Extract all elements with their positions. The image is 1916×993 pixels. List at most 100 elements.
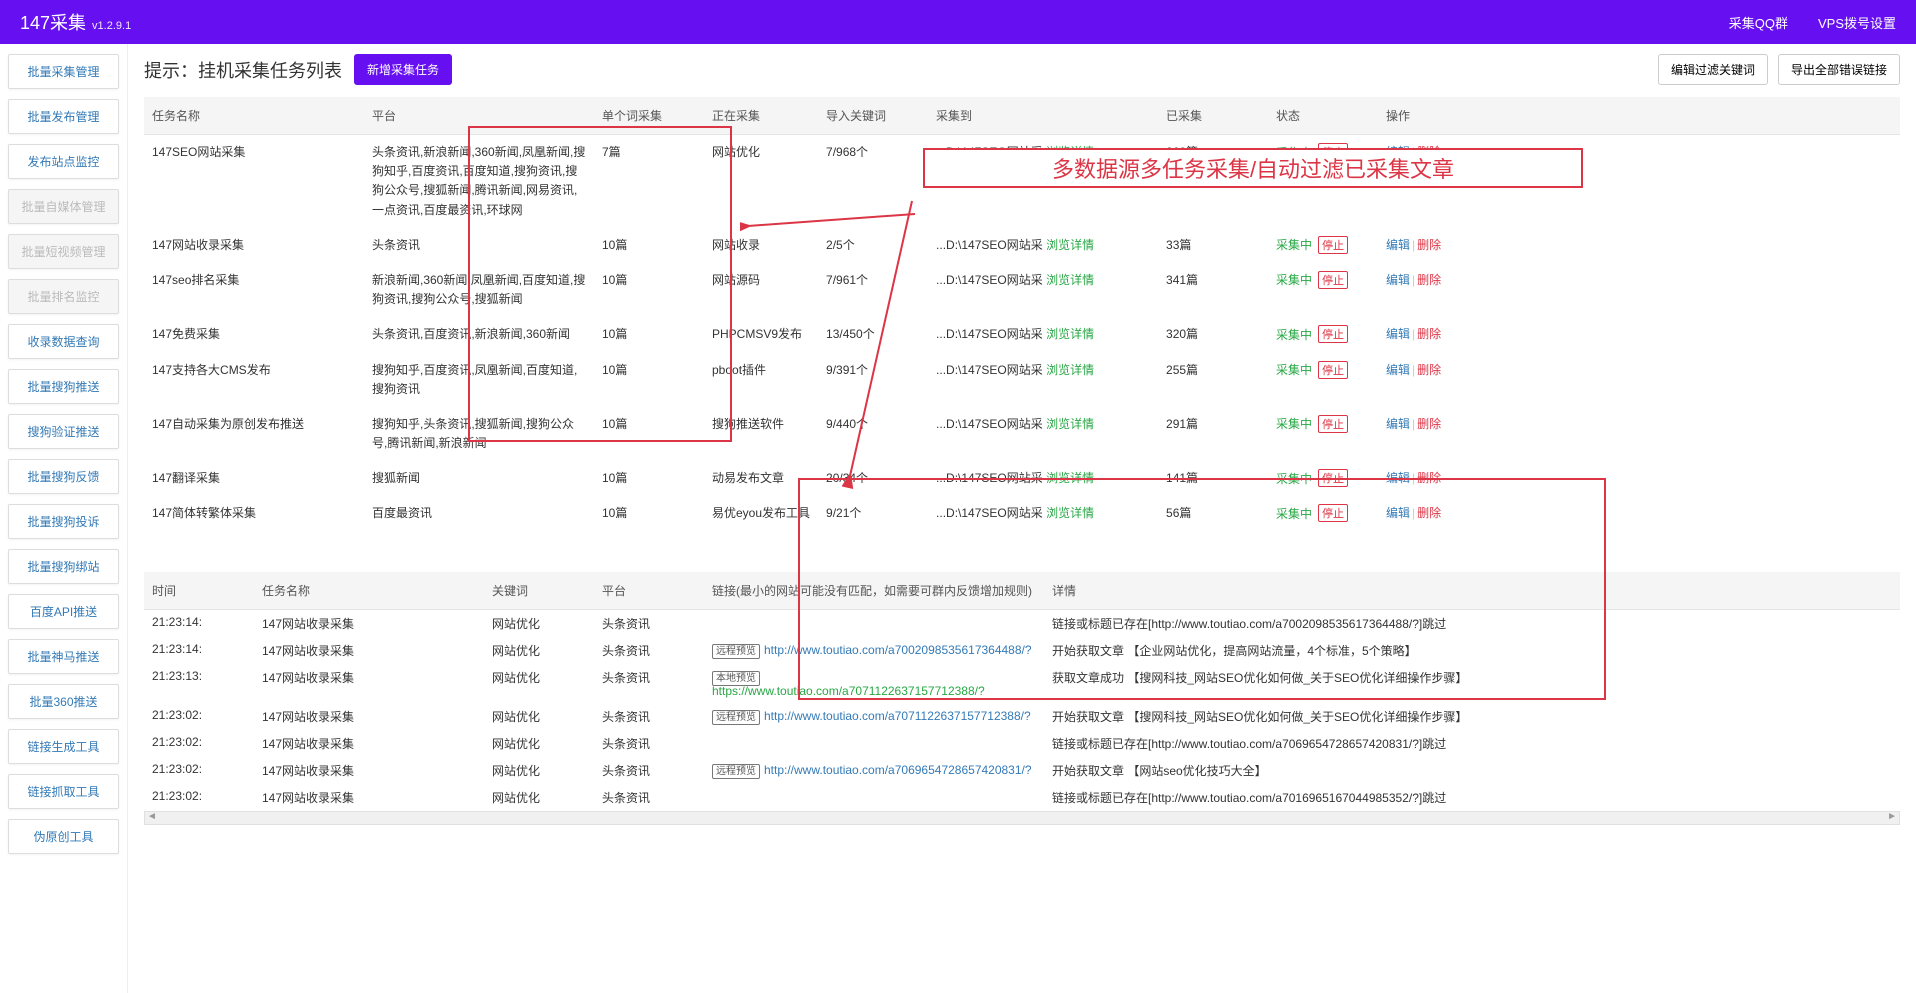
log-url[interactable]: http://www.toutiao.com/a7002098535617364…: [764, 643, 1032, 657]
sidebar-item-15[interactable]: 链接生成工具: [8, 729, 119, 764]
sidebar-item-6[interactable]: 收录数据查询: [8, 324, 119, 359]
cell-link: [704, 730, 1044, 757]
stop-button[interactable]: 停止: [1318, 469, 1348, 487]
sidebar-item-11[interactable]: 批量搜狗绑站: [8, 549, 119, 584]
sidebar-item-16[interactable]: 链接抓取工具: [8, 774, 119, 809]
stop-button[interactable]: 停止: [1318, 143, 1348, 161]
header-link-qq[interactable]: 采集QQ群: [1729, 13, 1788, 32]
cell-collecting: PHPCMSV9发布: [704, 317, 818, 352]
status-running: 采集中: [1276, 326, 1312, 343]
detail-link[interactable]: 浏览详情: [1046, 273, 1094, 287]
cell-keyword: 网站优化: [484, 637, 594, 664]
detail-link[interactable]: 浏览详情: [1046, 363, 1094, 377]
sidebar-item-9[interactable]: 批量搜狗反馈: [8, 459, 119, 494]
edit-link[interactable]: 编辑: [1386, 327, 1410, 341]
stop-button[interactable]: 停止: [1318, 504, 1348, 522]
detail-link[interactable]: 浏览详情: [1046, 471, 1094, 485]
detail-link[interactable]: 浏览详情: [1046, 417, 1094, 431]
log-url[interactable]: https://www.toutiao.com/a707112263715771…: [712, 684, 985, 698]
cell-name: 147seo排名采集: [144, 263, 364, 317]
sidebar-item-1[interactable]: 批量发布管理: [8, 99, 119, 134]
remote-preview-tag[interactable]: 远程预览: [712, 764, 760, 779]
edit-link[interactable]: 编辑: [1386, 471, 1410, 485]
cell-link: [704, 609, 1044, 637]
stop-button[interactable]: 停止: [1318, 271, 1348, 289]
horizontal-scrollbar[interactable]: [144, 811, 1900, 825]
edit-link[interactable]: 编辑: [1386, 273, 1410, 287]
cell-name: 147网站收录采集: [144, 228, 364, 263]
detail-link[interactable]: 浏览详情: [1046, 238, 1094, 252]
status-running: 采集中: [1276, 236, 1312, 253]
delete-link[interactable]: 删除: [1417, 145, 1441, 159]
sidebar-item-0[interactable]: 批量采集管理: [8, 54, 119, 89]
export-error-button[interactable]: 导出全部错误链接: [1778, 54, 1900, 85]
stop-button[interactable]: 停止: [1318, 236, 1348, 254]
table-row: 147简体转繁体采集百度最资讯10篇易优eyou发布工具9/21个...D:\1…: [144, 496, 1900, 531]
edit-link[interactable]: 编辑: [1386, 238, 1410, 252]
cell-to: ...D:\147SEO网站采 浏览详情: [928, 461, 1158, 496]
cell-to: ...D:\147SEO网站采 浏览详情: [928, 496, 1158, 531]
sidebar-item-14[interactable]: 批量360推送: [8, 684, 119, 719]
cell-import: 7/961个: [818, 263, 928, 317]
log-url[interactable]: http://www.toutiao.com/a7071122637157712…: [764, 709, 1031, 723]
delete-link[interactable]: 删除: [1417, 471, 1441, 485]
log-row: 21:23:02:147网站收录采集网站优化头条资讯远程预览http://www…: [144, 703, 1900, 730]
sidebar-item-2[interactable]: 发布站点监控: [8, 144, 119, 179]
cell-to: ...D:\147SEO网站采 浏览详情: [928, 353, 1158, 407]
sidebar-item-8[interactable]: 搜狗验证推送: [8, 414, 119, 449]
add-task-button[interactable]: 新增采集任务: [354, 54, 452, 85]
sidebar-item-12[interactable]: 百度API推送: [8, 594, 119, 629]
stop-button[interactable]: 停止: [1318, 415, 1348, 433]
filter-keyword-button[interactable]: 编辑过滤关键词: [1658, 54, 1768, 85]
log-url[interactable]: http://www.toutiao.com/a7069654728657420…: [764, 763, 1032, 777]
detail-link[interactable]: 浏览详情: [1046, 327, 1094, 341]
col-single: 单个词采集: [594, 97, 704, 135]
remote-preview-tag[interactable]: 远程预览: [712, 710, 760, 725]
sidebar-item-17[interactable]: 伪原创工具: [8, 819, 119, 854]
detail-link[interactable]: 浏览详情: [1046, 145, 1094, 159]
delete-link[interactable]: 删除: [1417, 363, 1441, 377]
cell-keyword: 网站优化: [484, 664, 594, 703]
cell-time: 21:23:14:: [144, 609, 254, 637]
remote-preview-tag[interactable]: 远程预览: [712, 644, 760, 659]
cell-single: 10篇: [594, 496, 704, 531]
edit-link[interactable]: 编辑: [1386, 506, 1410, 520]
cell-detail: 获取文章成功 【搜网科技_网站SEO优化如何做_关于SEO优化详细操作步骤】: [1044, 664, 1900, 703]
delete-link[interactable]: 删除: [1417, 238, 1441, 252]
status-running: 采集中: [1276, 271, 1312, 288]
delete-link[interactable]: 删除: [1417, 327, 1441, 341]
sidebar-item-7[interactable]: 批量搜狗推送: [8, 369, 119, 404]
app-header: 147采集 v1.2.9.1 采集QQ群 VPS拨号设置: [0, 0, 1916, 44]
delete-link[interactable]: 删除: [1417, 506, 1441, 520]
cell-single: 10篇: [594, 407, 704, 461]
cell-single: 10篇: [594, 353, 704, 407]
sidebar-item-13[interactable]: 批量神马推送: [8, 639, 119, 674]
sidebar-item-10[interactable]: 批量搜狗投诉: [8, 504, 119, 539]
delete-link[interactable]: 删除: [1417, 417, 1441, 431]
edit-link[interactable]: 编辑: [1386, 363, 1410, 377]
cell-op: 编辑|删除: [1378, 228, 1900, 263]
cell-platform: 头条资讯: [594, 703, 704, 730]
col-op: 操作: [1378, 97, 1900, 135]
table-row: 147自动采集为原创发布推送搜狗知乎,头条资讯,搜狐新闻,搜狗公众号,腾讯新闻,…: [144, 407, 1900, 461]
cell-platform: 新浪新闻,360新闻,凤凰新闻,百度知道,搜狗资讯,搜狗公众号,搜狐新闻: [364, 263, 594, 317]
header-link-vps[interactable]: VPS拨号设置: [1818, 13, 1896, 32]
stop-button[interactable]: 停止: [1318, 361, 1348, 379]
detail-link[interactable]: 浏览详情: [1046, 506, 1094, 520]
cell-platform: 头条资讯: [594, 609, 704, 637]
status-running: 采集中: [1276, 415, 1312, 432]
cell-platform: 头条资讯: [594, 784, 704, 811]
cell-collected: 341篇: [1158, 263, 1268, 317]
cell-time: 21:23:02:: [144, 784, 254, 811]
edit-link[interactable]: 编辑: [1386, 417, 1410, 431]
cell-to: ...D:\147SEO网站采 浏览详情: [928, 407, 1158, 461]
edit-link[interactable]: 编辑: [1386, 145, 1410, 159]
stop-button[interactable]: 停止: [1318, 325, 1348, 343]
cell-detail: 链接或标题已存在[http://www.toutiao.com/a7069654…: [1044, 730, 1900, 757]
cell-name: 147支持各大CMS发布: [144, 353, 364, 407]
col-platform: 平台: [364, 97, 594, 135]
delete-link[interactable]: 删除: [1417, 273, 1441, 287]
cell-status: 采集中 停止: [1268, 135, 1378, 228]
cell-link: 远程预览 http://www.toutiao.com/a707112263715…: [704, 703, 1044, 730]
cell-name: 147翻译采集: [144, 461, 364, 496]
